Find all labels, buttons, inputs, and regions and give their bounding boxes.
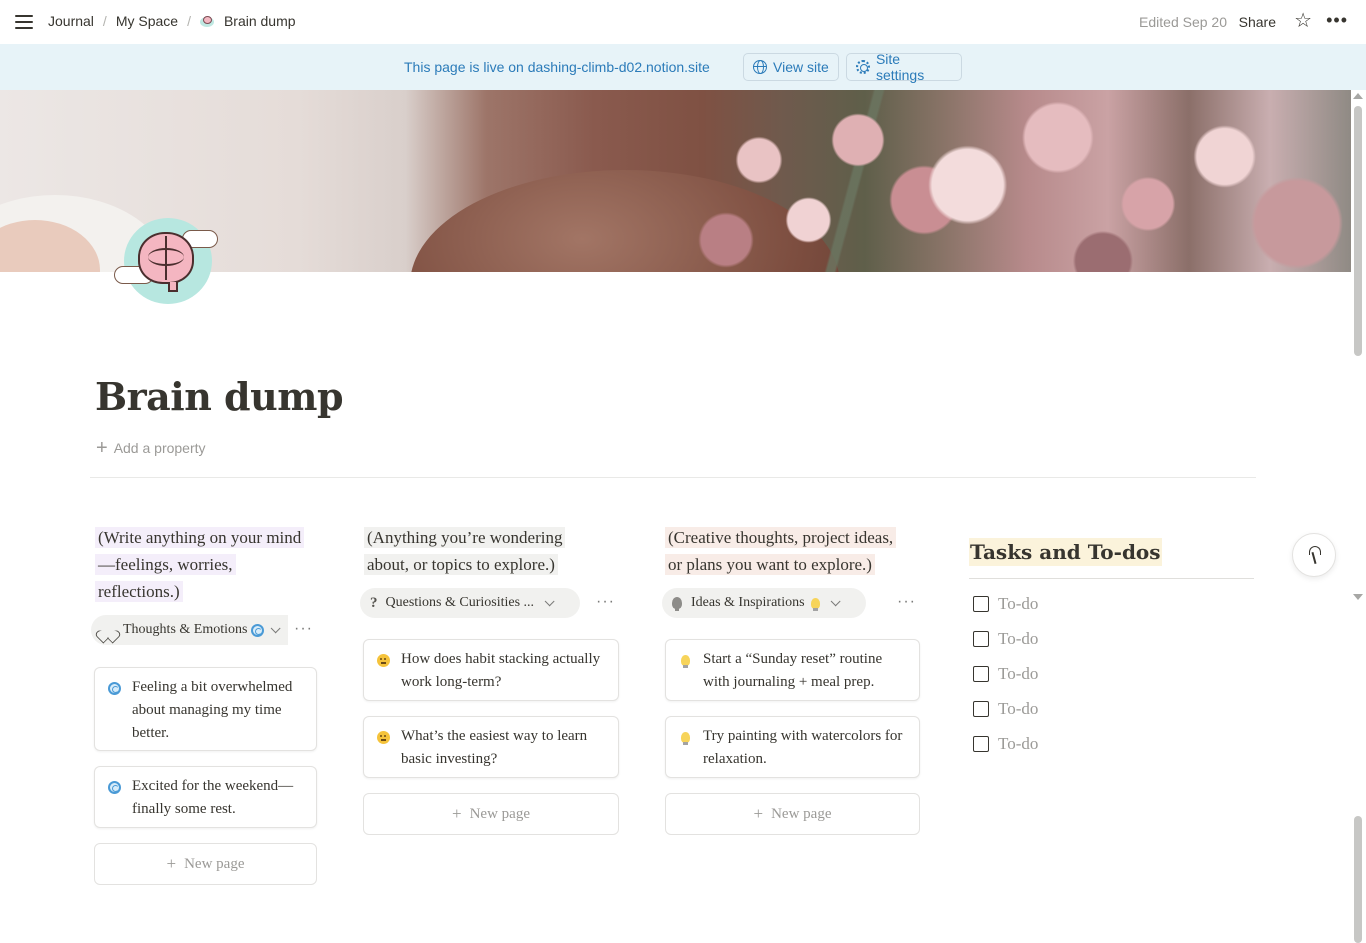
spiral-icon [108, 781, 121, 794]
chevron-down-icon [830, 595, 841, 606]
add-property-label: Add a property [113, 440, 206, 456]
checkbox[interactable] [973, 596, 989, 612]
breadcrumb-separator: / [187, 13, 191, 29]
todo-item[interactable]: To-do [973, 594, 1038, 614]
tasks-heading[interactable]: Tasks and To-dos [969, 538, 1162, 566]
column-options-icon[interactable]: ··· [596, 593, 615, 611]
new-page-button[interactable]: + New page [363, 793, 619, 835]
linked-view-chip-thoughts[interactable]: Thoughts & Emotions [91, 615, 288, 645]
column-description[interactable]: (Creative thoughts, project ideas, or pl… [665, 524, 925, 578]
lightbulb-icon [681, 655, 690, 668]
edited-timestamp: Edited Sep 20 [1139, 14, 1227, 30]
todo-item[interactable]: To-do [973, 734, 1038, 754]
view-site-label: View site [773, 59, 829, 75]
more-icon[interactable]: ••• [1326, 11, 1348, 29]
plus-icon: + [166, 854, 177, 873]
card[interactable]: Feeling a bit overwhelmed about managing… [94, 667, 317, 751]
column-options-icon[interactable]: ··· [897, 593, 916, 611]
todo-item[interactable]: To-do [973, 629, 1038, 649]
checkbox[interactable] [973, 666, 989, 682]
breadcrumb-brain-dump[interactable]: Brain dump [224, 13, 296, 29]
scrollbar-thumb[interactable] [1354, 106, 1362, 356]
top-bar: Journal / My Space / Brain dump Edited S… [0, 0, 1366, 44]
spiral-icon [108, 682, 121, 695]
breadcrumb: Journal / My Space / Brain dump [48, 13, 296, 29]
share-button[interactable]: Share [1239, 14, 1276, 30]
page-brain-icon[interactable] [110, 212, 222, 308]
checkbox[interactable] [973, 631, 989, 647]
scrollbar-thumb[interactable] [1354, 816, 1362, 943]
notion-ai-button[interactable] [1292, 533, 1336, 577]
site-settings-button[interactable]: Site settings [846, 51, 962, 83]
globe-icon [753, 60, 767, 74]
breadcrumb-journal[interactable]: Journal [48, 13, 94, 29]
thinking-face-icon [377, 654, 390, 667]
card[interactable]: Excited for the weekend—finally some res… [94, 766, 317, 828]
linked-view-chip-ideas[interactable]: Ideas & Inspirations [662, 588, 866, 618]
add-property-button[interactable]: + Add a property [96, 437, 206, 459]
site-settings-label: Site settings [875, 51, 925, 83]
lightbulb-icon [810, 597, 820, 611]
spiral-icon [251, 623, 265, 637]
live-site-banner: This page is live on dashing-climb-d02.n… [0, 44, 1366, 90]
card[interactable]: Start a “Sunday reset” routine with jour… [665, 639, 920, 701]
column-description[interactable]: (Anything you’re wondering about, or top… [364, 524, 604, 578]
plus-icon: + [753, 804, 764, 823]
scroll-up-arrow[interactable] [1353, 93, 1363, 99]
question-icon: ? [370, 594, 378, 611]
live-site-text: This page is live on dashing-climb-d02.n… [404, 59, 710, 75]
lightbulb-icon [672, 597, 682, 611]
chevron-down-icon [271, 622, 282, 633]
new-page-button[interactable]: + New page [94, 843, 317, 885]
lightbulb-icon [681, 732, 690, 745]
view-site-button[interactable]: View site [743, 53, 839, 81]
divider [969, 578, 1254, 579]
checkbox[interactable] [973, 736, 989, 752]
column-description[interactable]: (Write anything on your mind —feelings, … [95, 524, 325, 605]
sidebar-menu-icon[interactable] [14, 12, 34, 32]
plus-icon: + [96, 437, 108, 459]
ai-face-icon [1305, 544, 1323, 566]
card[interactable]: What’s the easiest way to learn basic in… [363, 716, 619, 778]
chevron-down-icon [544, 595, 555, 606]
new-page-button[interactable]: + New page [665, 793, 920, 835]
checkbox[interactable] [973, 701, 989, 717]
heart-icon [101, 624, 115, 637]
gear-icon [856, 60, 870, 74]
card[interactable]: How does habit stacking actually work lo… [363, 639, 619, 701]
todo-item[interactable]: To-do [973, 699, 1038, 719]
thinking-face-icon [377, 731, 390, 744]
brain-icon [199, 15, 215, 28]
breadcrumb-separator: / [102, 13, 107, 29]
card[interactable]: Try painting with watercolors for relaxa… [665, 716, 920, 778]
linked-view-chip-questions[interactable]: ? Questions & Curiosities ... [360, 588, 580, 618]
divider [90, 477, 1256, 478]
scroll-down-arrow[interactable] [1353, 594, 1363, 600]
page-title[interactable]: Brain dump [95, 374, 344, 419]
breadcrumb-my-space[interactable]: My Space [116, 13, 178, 29]
star-icon[interactable]: ☆ [1294, 11, 1312, 31]
column-options-icon[interactable]: ··· [294, 620, 313, 638]
todo-item[interactable]: To-do [973, 664, 1038, 684]
plus-icon: + [452, 804, 462, 823]
